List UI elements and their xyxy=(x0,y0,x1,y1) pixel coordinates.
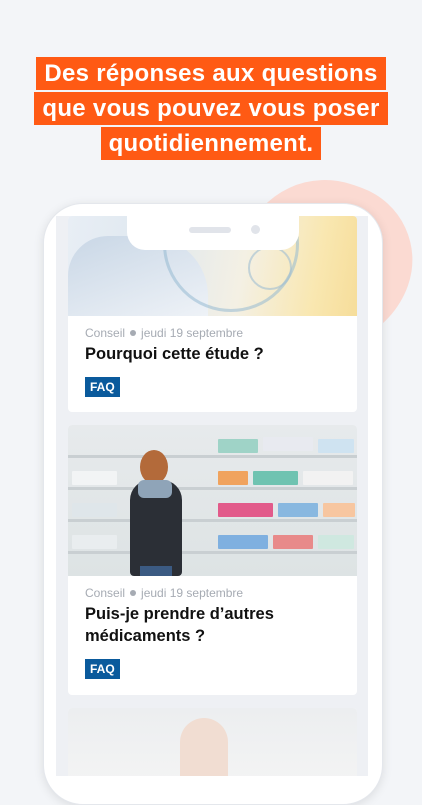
article-tag[interactable]: FAQ xyxy=(85,377,120,397)
phone-notch xyxy=(127,204,299,250)
dot-separator-icon xyxy=(130,590,137,596)
pharmacy-customer-figure xyxy=(126,450,186,576)
article-meta: Conseil jeudi 19 septembre xyxy=(68,576,357,600)
speaker-icon xyxy=(189,227,231,233)
article-meta: Conseil jeudi 19 septembre xyxy=(68,316,357,340)
article-category: Conseil xyxy=(85,586,126,600)
headline-line-1: Des réponses aux questions xyxy=(36,57,386,90)
article-card[interactable]: Conseil jeudi 19 septembre Puis-je prend… xyxy=(68,425,357,695)
article-title[interactable]: Pourquoi cette étude ? xyxy=(68,340,357,365)
promo-headline: Des réponses aux questions que vous pouv… xyxy=(0,56,422,161)
phone-screen: Conseil jeudi 19 septembre Pourquoi cett… xyxy=(56,216,368,776)
article-card[interactable] xyxy=(68,708,357,776)
headline-line-2: que vous pouvez vous poser xyxy=(34,92,388,125)
article-title[interactable]: Puis-je prendre d’autres médicaments ? xyxy=(68,600,357,647)
dot-separator-icon xyxy=(130,330,137,336)
camera-icon xyxy=(251,225,260,234)
article-image xyxy=(68,425,357,576)
article-date: jeudi 19 septembre xyxy=(141,326,244,340)
article-image xyxy=(68,708,357,776)
headline-line-3: quotidiennement. xyxy=(100,127,322,160)
article-date: jeudi 19 septembre xyxy=(141,586,244,600)
article-category: Conseil xyxy=(85,326,126,340)
article-tag[interactable]: FAQ xyxy=(85,659,120,679)
